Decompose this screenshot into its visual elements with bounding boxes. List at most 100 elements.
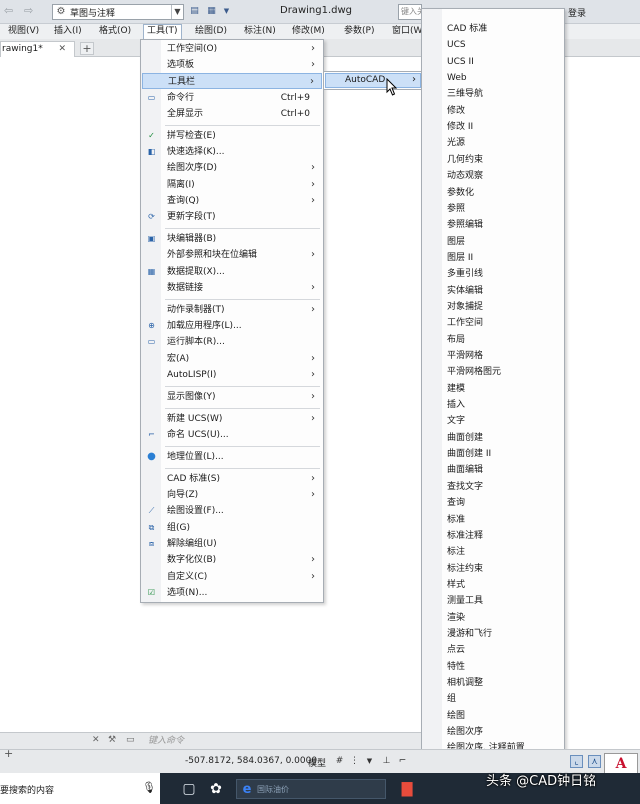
forward-arrow-icon[interactable]: ⇨: [24, 4, 33, 17]
toolbar-list-item[interactable]: 插入: [447, 399, 465, 411]
toolbar-list-item[interactable]: 参数化: [447, 187, 474, 199]
toolbar-list-item[interactable]: 测量工具: [447, 595, 483, 607]
menu-insert[interactable]: 插入(I): [51, 25, 85, 38]
snap-dropdown-icon[interactable]: ▼: [363, 755, 376, 768]
infer-constraints-icon[interactable]: ⊥: [380, 755, 393, 768]
menu-item-workspaces[interactable]: 工作空间(O) ›: [142, 41, 322, 57]
menu-item-toolbars[interactable]: 工具栏 ›: [142, 73, 322, 89]
edge-search-box[interactable]: e 国际油价: [236, 779, 386, 799]
menu-view[interactable]: 视图(V): [5, 25, 42, 38]
quick-access-dropdown-icon[interactable]: ▼: [220, 5, 233, 18]
add-layout-button[interactable]: +: [4, 747, 13, 760]
toolbar-list-item[interactable]: 对象捕捉: [447, 301, 483, 313]
toolbar-list-item[interactable]: 布局: [447, 334, 465, 346]
toolbar-list-item[interactable]: 几何约束: [447, 154, 483, 166]
toolbar-list-item[interactable]: 标注: [447, 546, 465, 558]
menu-item-data-extraction[interactable]: ▦ 数据提取(X)...: [142, 264, 322, 280]
toolbar-list-item[interactable]: 标准注释: [447, 530, 483, 542]
taskbar-search[interactable]: 要搜索的内容 🎙: [0, 773, 160, 804]
toolbar-list-item[interactable]: 平滑网格: [447, 350, 483, 362]
menu-item-block-editor[interactable]: ▣ 块编辑器(B): [142, 231, 322, 247]
toolbar-list-item[interactable]: 修改 II: [447, 121, 473, 133]
menu-item-isolate[interactable]: 隔离(I) ›: [142, 177, 322, 193]
menu-item-draw-order[interactable]: 绘图次序(D) ›: [142, 160, 322, 176]
menu-item-command-line[interactable]: ▭ 命令行 Ctrl+9: [142, 90, 322, 106]
wrench-icon[interactable]: ⚒: [108, 735, 116, 745]
workspace-select[interactable]: ⚙ 草图与注释 ▼: [52, 4, 184, 20]
toolbar-list-item[interactable]: 修改: [447, 105, 465, 117]
layer-state-icon[interactable]: ▤: [188, 5, 201, 18]
toolbar-list-item[interactable]: 曲面编辑: [447, 464, 483, 476]
toolbar-list-item[interactable]: 平滑网格图元: [447, 366, 501, 378]
menu-item-autolisp[interactable]: AutoLISP(I) ›: [142, 367, 322, 383]
menu-format[interactable]: 格式(O): [96, 25, 134, 38]
plot-icon[interactable]: ▦: [205, 5, 218, 18]
menu-item-inquiry[interactable]: 查询(Q) ›: [142, 193, 322, 209]
menu-item-xref-edit[interactable]: 外部参照和块在位编辑 ›: [142, 247, 322, 263]
store-icon[interactable]: ▇: [398, 780, 416, 798]
menu-item-load-application[interactable]: ⊕ 加载应用程序(L)...: [142, 318, 322, 334]
menu-dimension[interactable]: 标注(N): [241, 25, 279, 38]
toolbar-list-item[interactable]: 工作空间: [447, 317, 483, 329]
menu-item-customize[interactable]: 自定义(C) ›: [142, 569, 322, 585]
toolbar-list-item[interactable]: 绘图: [447, 710, 465, 722]
menu-item-action-recorder[interactable]: 动作录制器(T) ›: [142, 302, 322, 318]
menu-parametric[interactable]: 参数(P): [341, 25, 377, 38]
toolbar-list-item[interactable]: 多重引线: [447, 268, 483, 280]
toolbar-list-item[interactable]: 图层: [447, 236, 465, 248]
menu-tools[interactable]: 工具(T): [143, 24, 182, 39]
fan-app-icon[interactable]: ✿: [207, 780, 225, 798]
toolbar-list-item[interactable]: 文字: [447, 415, 465, 427]
menu-item-named-ucs[interactable]: ⌐ 命名 UCS(U)...: [142, 427, 322, 443]
menu-item-geolocation[interactable]: ● 地理位置(L)...: [142, 449, 322, 465]
toolbar-list-item[interactable]: 动态观察: [447, 170, 483, 182]
menu-item-new-ucs[interactable]: 新建 UCS(W) ›: [142, 411, 322, 427]
menu-item-palettes[interactable]: 选项板 ›: [142, 57, 322, 73]
tab-drawing1[interactable]: rawing1* ✕: [0, 41, 75, 57]
toolbar-list-item[interactable]: 标注约束: [447, 563, 483, 575]
grid-icon[interactable]: #: [333, 755, 346, 768]
menu-item-options[interactable]: ☑ 选项(N)...: [142, 585, 322, 601]
menu-item-fullscreen[interactable]: 全屏显示 Ctrl+0: [142, 106, 322, 122]
back-arrow-icon[interactable]: ⇦: [4, 4, 13, 17]
toolbar-list-item[interactable]: 特性: [447, 661, 465, 673]
menu-item-macro[interactable]: 宏(A) ›: [142, 351, 322, 367]
microphone-icon[interactable]: 🎙: [142, 781, 156, 794]
toolbar-list-item[interactable]: 相机调整: [447, 677, 483, 689]
command-history-icon[interactable]: ▭: [126, 735, 135, 745]
menu-item-drafting-settings[interactable]: ⟋ 绘图设置(F)...: [142, 503, 322, 519]
toolbar-list-item[interactable]: 参照: [447, 203, 465, 215]
model-space-button[interactable]: 模型: [308, 756, 326, 769]
toolbar-list-item[interactable]: 漫游和飞行: [447, 628, 492, 640]
menu-item-cad-standards[interactable]: CAD 标准(S) ›: [142, 471, 322, 487]
close-icon[interactable]: ✕: [92, 735, 100, 745]
toolbar-list-item[interactable]: 建模: [447, 383, 465, 395]
toolbar-list-item[interactable]: 三维导航: [447, 88, 483, 100]
ucs-icon[interactable]: ⌞: [570, 755, 583, 768]
toolbar-list-item[interactable]: 光源: [447, 137, 465, 149]
snap-icon[interactable]: ⋮: [348, 755, 361, 768]
toolbar-list-item[interactable]: 查找文字: [447, 481, 483, 493]
toolbar-list-item[interactable]: 样式: [447, 579, 465, 591]
toolbar-list-item[interactable]: 实体编辑: [447, 285, 483, 297]
menu-item-data-links[interactable]: 数据链接 ›: [142, 280, 322, 296]
toolbar-list-item[interactable]: 图层 II: [447, 252, 473, 264]
menu-item-ungroup[interactable]: ⧈ 解除编组(U): [142, 536, 322, 552]
menu-item-update-fields[interactable]: ⟳ 更新字段(T): [142, 209, 322, 225]
task-view-icon[interactable]: ▢: [180, 780, 198, 798]
selection-cycling-icon[interactable]: ⋏: [588, 755, 601, 768]
menu-item-quick-select[interactable]: ◧ 快速选择(K)...: [142, 144, 322, 160]
toolbar-list-item[interactable]: 渲染: [447, 612, 465, 624]
login-link[interactable]: 登录: [568, 6, 586, 19]
menu-window[interactable]: 窗口(W: [389, 25, 425, 38]
close-icon[interactable]: ✕: [58, 42, 66, 56]
toolbar-list-item[interactable]: CAD 标准: [447, 23, 487, 35]
menu-item-display-image[interactable]: 显示图像(Y) ›: [142, 389, 322, 405]
toolbar-list-item[interactable]: 曲面创建: [447, 432, 483, 444]
search-input[interactable]: 键入关: [398, 4, 422, 20]
toolbar-list-item[interactable]: 绘图次序: [447, 726, 483, 738]
toolbar-list-item[interactable]: 查询: [447, 497, 465, 509]
toolbar-list-item[interactable]: UCS II: [447, 56, 474, 68]
menu-item-wizards[interactable]: 向导(Z) ›: [142, 487, 322, 503]
chevron-down-icon[interactable]: ▼: [171, 5, 183, 19]
